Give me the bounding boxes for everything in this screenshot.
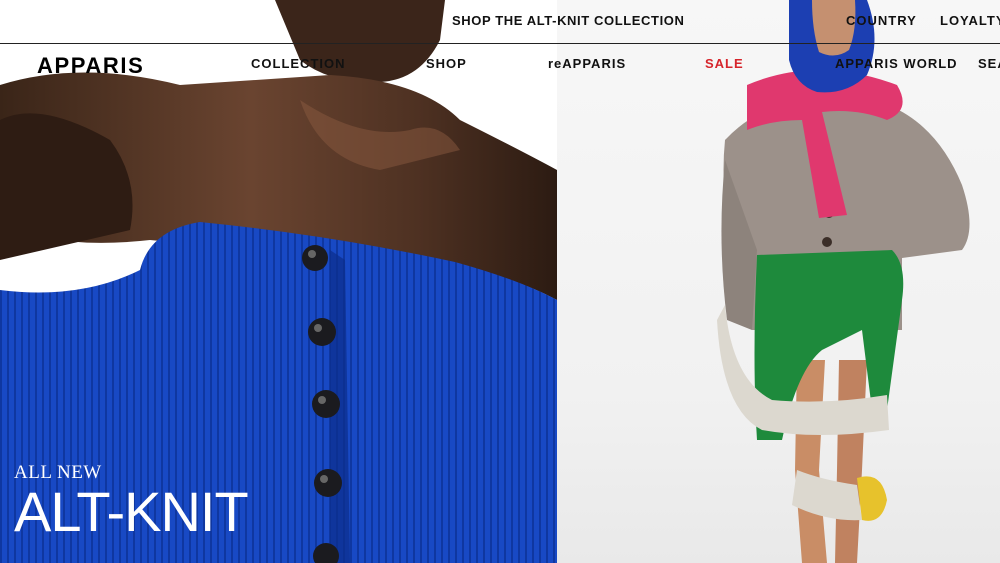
promo-link[interactable]: SHOP THE ALT-KNIT COLLECTION (452, 13, 685, 28)
nav-collection[interactable]: COLLECTION (251, 56, 346, 71)
hero-image-right[interactable] (557, 0, 1000, 563)
nav-shop[interactable]: SHOP (426, 56, 467, 71)
nav-search[interactable]: SEA (978, 56, 1000, 71)
country-selector[interactable]: COUNTRY (846, 13, 917, 28)
model-colorblock-knit-illustration (717, 0, 970, 563)
brand-logo[interactable]: APPARIS (37, 53, 144, 79)
nav-apparis-world[interactable]: APPARIS WORLD (835, 56, 958, 71)
top-announcement-bar: SHOP THE ALT-KNIT COLLECTION COUNTRY LOY… (0, 0, 1000, 44)
nav-sale[interactable]: SALE (705, 56, 744, 71)
hero-headline[interactable]: ALT-KNIT (14, 484, 249, 540)
nav-reapparis[interactable]: reAPPARIS (548, 56, 626, 71)
loyalty-link[interactable]: LOYALTY (940, 13, 1000, 28)
